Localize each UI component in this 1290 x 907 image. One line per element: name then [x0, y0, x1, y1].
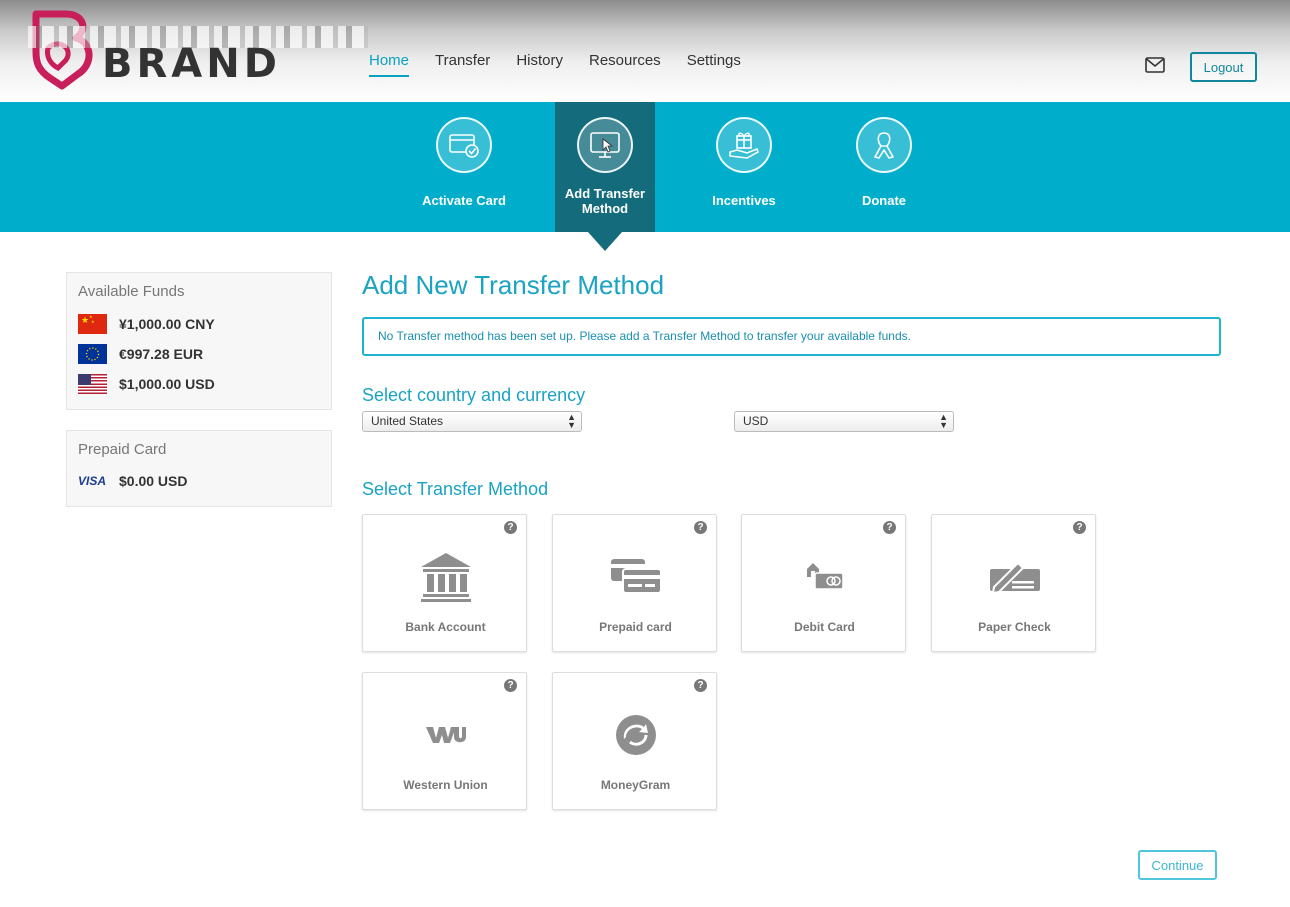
help-icon[interactable]: ?	[504, 521, 517, 534]
brand-logo[interactable]: BRAND	[28, 8, 368, 90]
currency-select[interactable]: USD ▲ ▼	[734, 411, 954, 432]
fund-amount: $1,000.00 USD	[119, 376, 215, 392]
gift-hand-icon	[716, 117, 772, 173]
method-label: Western Union	[403, 778, 488, 792]
top-header: BRAND Home Transfer History Resources Se…	[0, 0, 1290, 102]
help-icon[interactable]: ?	[883, 521, 896, 534]
envelope-icon[interactable]	[1145, 57, 1165, 73]
method-bank-account[interactable]: ? Bank Account	[362, 514, 527, 652]
fund-amount: ¥1,000.00 CNY	[119, 316, 215, 332]
check-pen-icon	[989, 561, 1040, 595]
notice-box: No Transfer method has been set up. Plea…	[362, 317, 1221, 356]
transfer-method-heading: Select Transfer Method	[362, 479, 549, 499]
debit-card-icon	[806, 563, 844, 590]
help-icon[interactable]: ?	[694, 679, 707, 692]
prepaid-card-icon	[610, 559, 662, 594]
fund-amount: €997.28 EUR	[119, 346, 204, 362]
prepaid-amount: $0.00 USD	[119, 473, 188, 489]
fund-row: €997.28 EUR	[78, 343, 203, 365]
moneygram-logo-icon	[615, 715, 656, 755]
help-icon[interactable]: ?	[504, 679, 517, 692]
select-arrows-icon: ▲ ▼	[567, 412, 576, 430]
help-icon[interactable]: ?	[1073, 521, 1086, 534]
country-currency-heading: Select country and currency	[362, 385, 586, 405]
visa-logo: VISA	[78, 474, 107, 488]
action-label: Donate	[861, 193, 907, 208]
method-label: Paper Check	[978, 620, 1051, 634]
action-incentives[interactable]: Incentives	[694, 102, 794, 232]
select-arrows-icon: ▲ ▼	[939, 412, 948, 430]
currency-select-value: USD	[743, 414, 769, 428]
country-select[interactable]: United States ▲ ▼	[362, 411, 582, 432]
panel-title: Prepaid Card	[78, 441, 167, 458]
method-paper-check[interactable]: ? Paper Check	[931, 514, 1096, 652]
action-donate[interactable]: Donate	[834, 102, 934, 232]
method-label: Prepaid card	[599, 620, 672, 634]
fund-row: $1,000.00 USD	[78, 373, 215, 395]
us-flag-icon	[78, 374, 107, 394]
logout-button[interactable]: Logout	[1190, 52, 1257, 82]
action-band: Activate Card Add Transfer Method Incent…	[0, 102, 1290, 232]
prepaid-card-panel: Prepaid Card VISA $0.00 USD	[66, 430, 332, 507]
page-title: Add New Transfer Method	[362, 270, 665, 300]
method-western-union[interactable]: ? Western Union	[362, 672, 527, 810]
cn-flag-icon: ★ ★ ★	[78, 314, 107, 334]
help-icon[interactable]: ?	[694, 521, 707, 534]
fund-row: VISA $0.00 USD	[78, 470, 187, 492]
method-label: Debit Card	[794, 620, 855, 634]
monitor-cursor-icon	[577, 117, 633, 173]
method-label: Bank Account	[405, 620, 486, 634]
action-add-transfer-method[interactable]: Add Transfer Method	[555, 102, 655, 232]
nav-transfer[interactable]: Transfer	[435, 52, 490, 77]
brand-name: BRAND	[102, 41, 281, 87]
active-indicator-arrow	[588, 232, 622, 251]
method-label: MoneyGram	[600, 778, 671, 792]
continue-button[interactable]: Continue	[1138, 850, 1217, 880]
nav-history[interactable]: History	[516, 52, 563, 77]
panel-title: Available Funds	[78, 283, 185, 300]
action-label: Add Transfer Method	[564, 186, 646, 216]
fund-row: ★ ★ ★ ¥1,000.00 CNY	[78, 313, 215, 335]
country-select-value: United States	[371, 414, 444, 428]
wu-logo-icon	[425, 727, 466, 743]
method-moneygram[interactable]: ? MoneyGram	[552, 672, 717, 810]
eu-flag-icon	[78, 344, 107, 364]
nav-home[interactable]: Home	[369, 52, 410, 77]
brand-mark-icon	[32, 10, 93, 90]
action-label: Activate Card	[422, 193, 506, 208]
ribbon-icon	[856, 117, 912, 173]
card-check-icon	[436, 117, 492, 173]
nav-settings[interactable]: Settings	[687, 52, 741, 77]
nav-resources[interactable]: Resources	[589, 52, 661, 77]
main-nav: Home Transfer History Resources Settings	[369, 52, 767, 77]
available-funds-panel: Available Funds ★ ★ ★ ¥1,000.00 CNY €997…	[66, 272, 332, 410]
method-debit-card[interactable]: ? Debit Card	[741, 514, 906, 652]
method-prepaid-card[interactable]: ? Prepaid card	[552, 514, 717, 652]
action-label: Incentives	[712, 193, 776, 208]
bank-icon	[420, 553, 471, 602]
action-activate-card[interactable]: Activate Card	[414, 102, 514, 232]
